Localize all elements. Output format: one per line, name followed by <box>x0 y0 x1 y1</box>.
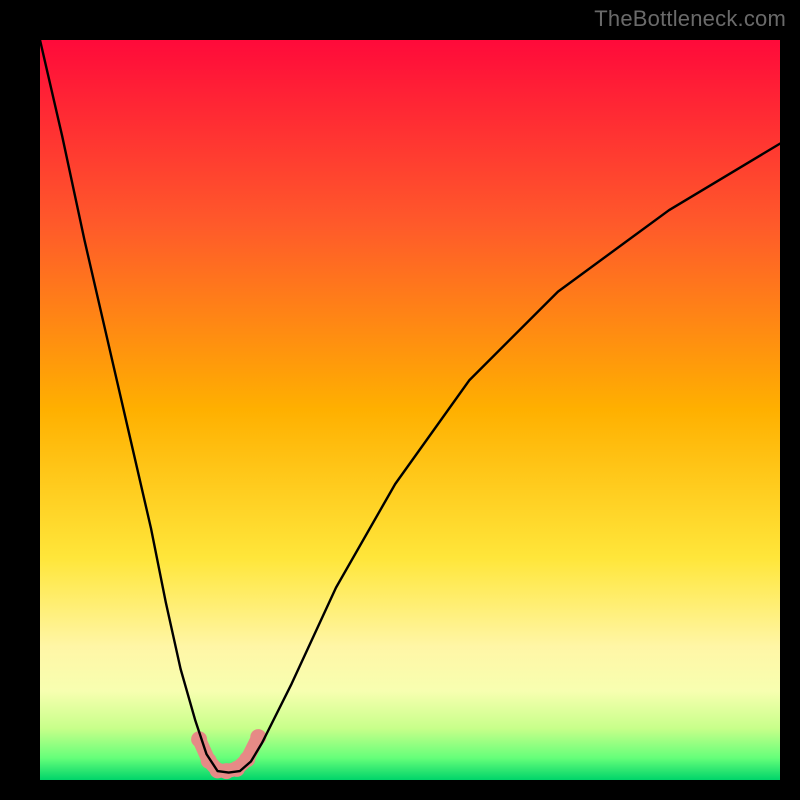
watermark-text: TheBottleneck.com <box>594 6 786 32</box>
plot-area <box>40 40 780 780</box>
background-gradient <box>40 40 780 780</box>
chart-frame: TheBottleneck.com <box>0 0 800 800</box>
